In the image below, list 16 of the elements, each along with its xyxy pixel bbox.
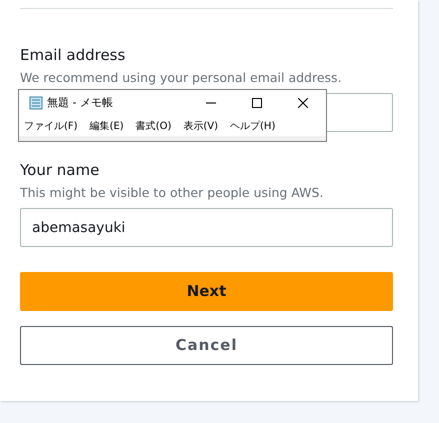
menu-item[interactable]: ヘルプ(H) <box>230 118 276 134</box>
close-icon <box>298 98 308 108</box>
notepad-icon <box>29 96 43 110</box>
field-label: Email address <box>20 45 126 65</box>
menu-item[interactable]: ファイル(F) <box>24 118 78 134</box>
window-title: 無題 - メモ帳 <box>47 94 113 111</box>
menu-item[interactable]: 編集(E) <box>90 118 124 134</box>
maximize-icon <box>252 98 262 108</box>
menu-item[interactable]: 書式(O) <box>136 118 172 134</box>
menu-item[interactable]: 表示(V) <box>183 118 218 134</box>
field-hint: We recommend using your personal email address. <box>20 69 343 87</box>
field-hint: This might be visible to other people using AWS. <box>20 184 324 202</box>
cancel-button[interactable]: Cancel <box>20 326 393 365</box>
text-field[interactable]: abemasayuki <box>20 208 393 247</box>
field-label: Your name <box>20 160 100 180</box>
next-button[interactable]: Next <box>20 272 393 311</box>
